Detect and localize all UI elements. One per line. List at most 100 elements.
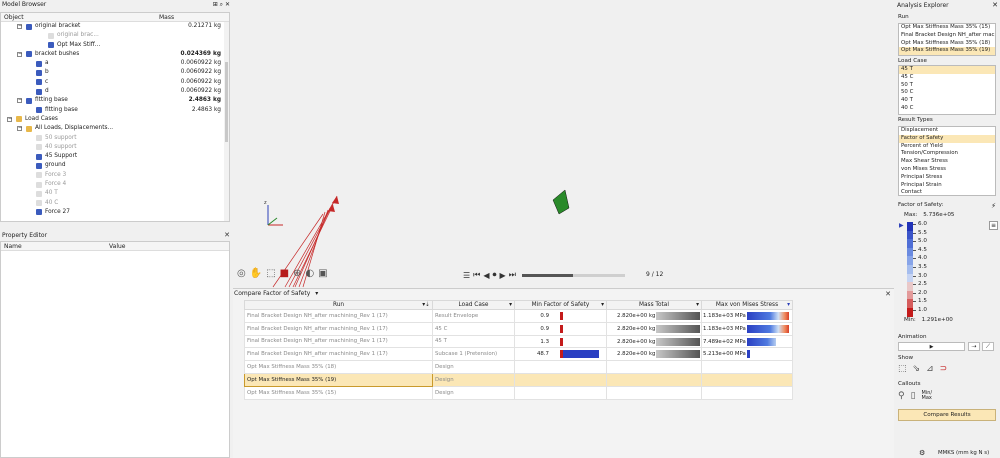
graphics-viewport[interactable]: z ◎ ✋ ⬚ ■ ⊕ ◐ ▣ ☰ ⏮ ◀ ⏺ ▶ ⏭ 9 / 12: [233, 0, 894, 288]
tree-row[interactable]: Force 27: [1, 208, 229, 217]
load-case-cell[interactable]: 45 C: [432, 321, 515, 336]
compare-row[interactable]: Final Bracket Design NH_after machining_…: [244, 321, 793, 336]
result-type-item[interactable]: Principal Stress: [899, 174, 995, 182]
animation-play-button[interactable]: ▶: [898, 342, 965, 351]
load-case-item[interactable]: 40 C: [899, 105, 995, 113]
tree-row[interactable]: a 0.0060922 kg: [1, 59, 229, 68]
load-case-cell[interactable]: Subcase 1 (Pretension): [432, 347, 515, 362]
tree-row[interactable]: − bracket bushes 0.024369 kg: [1, 50, 229, 59]
stress-cell[interactable]: 5.213e+00 MPa: [701, 347, 793, 362]
search-icon[interactable]: ⌕: [220, 1, 223, 8]
tree-row[interactable]: c 0.0060922 kg: [1, 78, 229, 87]
close-icon[interactable]: ✕: [224, 231, 230, 240]
compare-results-button[interactable]: Compare Results: [898, 409, 996, 421]
tree-row[interactable]: d 0.0060922 kg: [1, 87, 229, 96]
load-case-list[interactable]: 45 T 45 C 50 T 50 C 40 T 40 C: [898, 65, 996, 115]
min-max-button[interactable]: Min/ Max: [922, 391, 936, 401]
stop-icon[interactable]: ⏺: [493, 270, 497, 280]
pin-icon[interactable]: ⊞: [213, 1, 218, 8]
load-case-cell[interactable]: 45 T: [432, 334, 515, 349]
run-cell[interactable]: Opt Max Stiffness Mass 35% (19): [244, 372, 433, 387]
col-mass[interactable]: Mass Total ▾: [606, 300, 702, 310]
animation-settings-icon[interactable]: ⟋: [982, 342, 994, 351]
stress-cell[interactable]: 7.489e+02 MPa: [701, 334, 793, 349]
zoom-icon[interactable]: ⊕: [293, 268, 301, 282]
fit-icon[interactable]: ◐: [305, 268, 314, 282]
tree-row[interactable]: − fitting base 2.4863 kg: [1, 96, 229, 105]
collapse-icon[interactable]: −: [17, 24, 22, 29]
scrollbar-thumb[interactable]: [225, 62, 228, 142]
stress-cell[interactable]: [701, 385, 793, 400]
settings-icon[interactable]: ⚙: [919, 448, 925, 458]
tree-row[interactable]: 45 Support: [1, 152, 229, 161]
tree-row[interactable]: Force 4: [1, 180, 229, 189]
tree-row[interactable]: Opt Max Stiff...: [1, 41, 229, 50]
legend-menu-icon[interactable]: ≡: [988, 221, 998, 230]
run-cell[interactable]: Opt Max Stiffness Mass 35% (15): [244, 385, 433, 400]
tree-row[interactable]: 40 T: [1, 189, 229, 198]
tree-row[interactable]: ground: [1, 161, 229, 170]
tree-row[interactable]: − Load Cases: [1, 115, 229, 124]
stress-cell[interactable]: 1.183e+03 MPa: [701, 309, 793, 323]
view-cube-icon[interactable]: ■: [280, 268, 289, 282]
tree-row[interactable]: 40 support: [1, 143, 229, 152]
collapse-icon[interactable]: −: [17, 98, 22, 104]
tree-scrollbar[interactable]: [224, 22, 229, 221]
run-item[interactable]: Opt Max Stiffness Mass 35% (18): [899, 40, 995, 48]
fos-cell[interactable]: [514, 360, 607, 374]
result-types-list[interactable]: Displacement Factor of Safety Percent of Y…: [898, 126, 996, 196]
first-frame-icon[interactable]: ⏮: [473, 270, 480, 280]
collapse-icon[interactable]: −: [7, 116, 12, 122]
zoom-box-icon[interactable]: ⬚: [266, 268, 275, 282]
result-type-item[interactable]: Principal Strain: [899, 182, 995, 190]
compare-row[interactable]: Final Bracket Design NH_after machining_…: [244, 347, 793, 362]
fos-cell[interactable]: 1.3: [514, 334, 607, 349]
compare-row[interactable]: Opt Max Stiffness Mass 35% (15) Design: [244, 385, 793, 400]
list-icon[interactable]: ☰: [463, 271, 470, 280]
unit-system[interactable]: MMKS (mm kg N s): [938, 448, 989, 458]
load-case-cell[interactable]: Result Envelope: [432, 309, 515, 323]
chevron-down-icon[interactable]: ▾: [315, 290, 318, 297]
run-item[interactable]: Final Bracket Design NH_after mac...: [899, 32, 995, 40]
tree-row[interactable]: − All Loads, Displacements...: [1, 124, 229, 133]
supports-icon[interactable]: ⊿: [926, 364, 934, 374]
panel-controls[interactable]: ⊞ ⌕ ✕: [213, 0, 230, 9]
load-case-cell[interactable]: Design: [432, 385, 515, 400]
col-fos[interactable]: Min Factor of Safety ▾: [514, 300, 607, 310]
load-case-cell[interactable]: Design: [432, 372, 515, 387]
tree-row[interactable]: b 0.0060922 kg: [1, 68, 229, 77]
mass-cell[interactable]: [606, 372, 702, 387]
run-cell[interactable]: Final Bracket Design NH_after machining_…: [244, 321, 433, 336]
deformed-shape-icon[interactable]: ⬚: [898, 364, 907, 374]
chevron-down-icon[interactable]: ▾: [787, 302, 790, 308]
col-stress[interactable]: Max von Mises Stress ▾: [701, 300, 793, 310]
result-type-item[interactable]: Displacement: [899, 127, 995, 135]
rotate-icon[interactable]: ◎: [237, 268, 246, 282]
probe-icon[interactable]: ⚲: [898, 391, 905, 401]
callout-icon[interactable]: ▯: [911, 391, 916, 401]
col-mass-header[interactable]: Mass: [159, 13, 174, 22]
close-icon[interactable]: ✕: [992, 1, 998, 9]
loads-icon[interactable]: ⇘: [913, 364, 921, 374]
result-type-item[interactable]: Factor of Safety: [899, 134, 995, 143]
magnet-icon[interactable]: ⊃: [940, 364, 948, 374]
tree-row[interactable]: original brac...: [1, 31, 229, 40]
run-cell[interactable]: Opt Max Stiffness Mass 35% (18): [244, 360, 433, 374]
compare-row[interactable]: Opt Max Stiffness Mass 35% (18) Design: [244, 360, 793, 374]
tree-row[interactable]: 40 C: [1, 199, 229, 208]
close-icon[interactable]: ✕: [885, 290, 891, 299]
chevron-down-icon[interactable]: ▾: [696, 302, 699, 308]
load-case-item[interactable]: 45 T: [899, 66, 995, 74]
stress-cell[interactable]: 1.183e+03 MPa: [701, 321, 793, 336]
box-icon[interactable]: ▣: [318, 268, 327, 282]
result-type-item[interactable]: Contact: [899, 189, 995, 195]
stress-cell[interactable]: [701, 360, 793, 374]
load-case-item[interactable]: 45 C: [899, 74, 995, 82]
mass-cell[interactable]: 2.820e+00 kg: [606, 321, 702, 336]
mass-cell[interactable]: 2.820e+00 kg: [606, 334, 702, 349]
run-cell[interactable]: Final Bracket Design NH_after machining_…: [244, 309, 433, 323]
chevron-down-icon[interactable]: ▾: [601, 302, 604, 308]
col-load-case[interactable]: Load Case ▾: [432, 300, 515, 310]
mass-cell[interactable]: 2.820e+00 kg: [606, 309, 702, 323]
result-type-item[interactable]: Tension/Compression: [899, 150, 995, 158]
